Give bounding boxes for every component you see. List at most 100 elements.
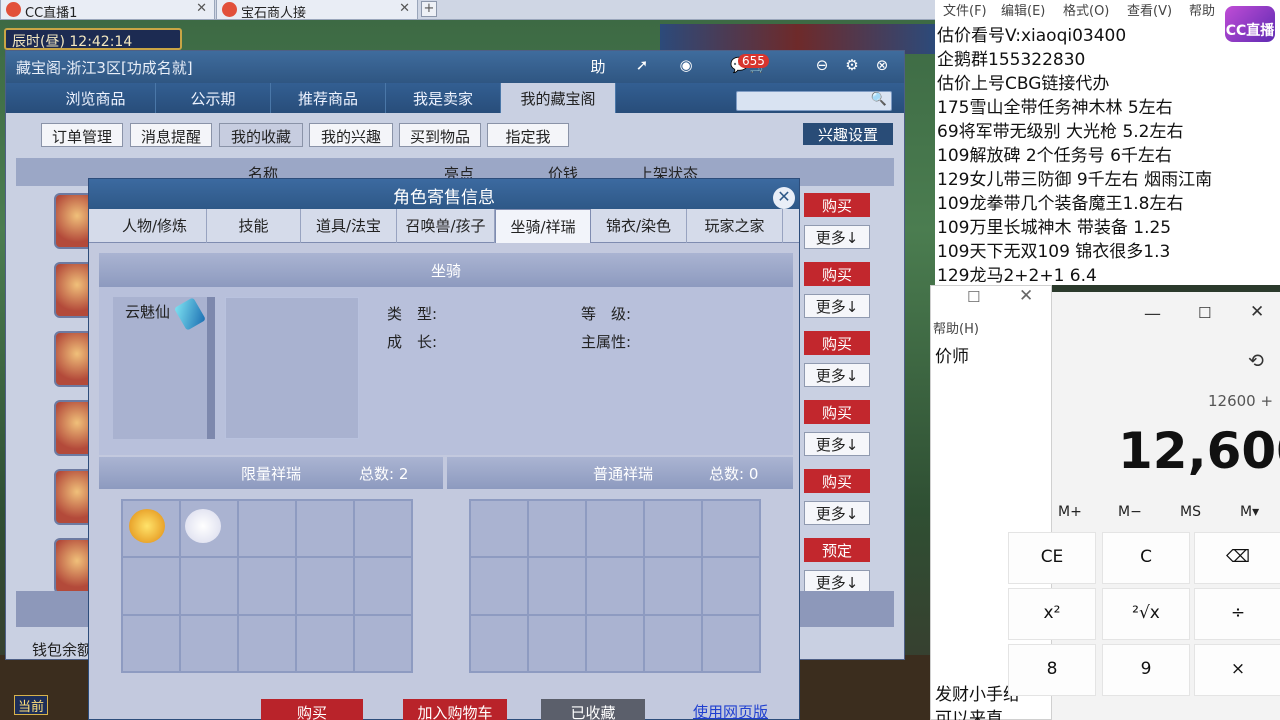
close-icon[interactable]: ✕ <box>399 1 410 16</box>
current-channel-button[interactable]: 当前 <box>14 695 48 715</box>
more-button[interactable]: 更多↓ <box>804 294 870 318</box>
interest-settings-button[interactable]: 兴趣设置 <box>803 123 893 145</box>
new-tab-button[interactable]: + <box>421 1 437 17</box>
grid-cell[interactable] <box>471 558 527 614</box>
menu-view[interactable]: 查看(V) <box>1127 0 1172 19</box>
white-rabbit-icon[interactable] <box>185 509 221 543</box>
share-icon[interactable]: ➚ <box>630 56 654 78</box>
key-backspace[interactable]: ⌫ <box>1194 532 1280 584</box>
search-input[interactable]: 🔍 <box>736 91 892 111</box>
grid-cell[interactable] <box>355 558 411 614</box>
golden-rabbit-icon[interactable] <box>129 509 165 543</box>
buy-button[interactable]: 购买 <box>261 699 363 720</box>
key-9[interactable]: 9 <box>1102 644 1190 696</box>
minimize-icon[interactable]: ☐ <box>967 288 980 306</box>
buy-button[interactable]: 购买 <box>804 193 870 217</box>
my-interest-button[interactable]: 我的兴趣 <box>309 123 393 147</box>
close-icon[interactable]: ✕ <box>1019 286 1033 306</box>
mount-name[interactable]: 云魅仙 <box>125 301 170 322</box>
key-sqrt[interactable]: ²√x <box>1102 588 1190 640</box>
tab-character[interactable]: 人物/修炼 <box>103 209 207 243</box>
grid-cell[interactable] <box>471 615 527 671</box>
key-c[interactable]: C <box>1102 532 1190 584</box>
grid-cell[interactable] <box>645 558 701 614</box>
order-manage-button[interactable]: 订单管理 <box>41 123 123 147</box>
search-icon[interactable]: 🔍 <box>871 92 887 107</box>
more-button[interactable]: 更多↓ <box>804 432 870 456</box>
tab-seller[interactable]: 我是卖家 <box>386 83 501 113</box>
tab-public[interactable]: 公示期 <box>156 83 271 113</box>
grid-cell[interactable] <box>297 615 353 671</box>
buy-button[interactable]: 购买 <box>804 262 870 286</box>
grid-cell[interactable] <box>587 615 643 671</box>
browser-tab-cc[interactable]: CC直播1 ✕ <box>0 0 215 21</box>
tab-skills[interactable]: 技能 <box>207 209 301 243</box>
tab-my-cbg[interactable]: 我的藏宝阁 <box>501 83 616 113</box>
tab-outfits[interactable]: 锦衣/染色 <box>591 209 687 243</box>
key-ce[interactable]: CE <box>1008 532 1096 584</box>
tab-browse[interactable]: 浏览商品 <box>36 83 156 113</box>
minimize-icon[interactable]: ⊖ <box>810 56 834 78</box>
assigned-me-button[interactable]: 指定我 <box>487 123 569 147</box>
menu-help[interactable]: 帮助 <box>1189 0 1215 19</box>
tab-home[interactable]: 玩家之家 <box>687 209 783 243</box>
mem-plus-button[interactable]: M+ <box>1058 504 1082 520</box>
key-divide[interactable]: ÷ <box>1194 588 1280 640</box>
tab-items[interactable]: 道具/法宝 <box>301 209 397 243</box>
message-remind-button[interactable]: 消息提醒 <box>130 123 212 147</box>
key-8[interactable]: 8 <box>1008 644 1096 696</box>
bought-items-button[interactable]: 买到物品 <box>399 123 481 147</box>
mem-store-button[interactable]: MS <box>1180 504 1201 520</box>
more-button[interactable]: 更多↓ <box>804 501 870 525</box>
history-icon[interactable]: ⟲ <box>1248 350 1264 372</box>
help-menu[interactable]: 帮助(H) <box>933 318 979 337</box>
grid-cell[interactable] <box>239 501 295 557</box>
tab-pets[interactable]: 召唤兽/孩子 <box>397 209 495 243</box>
scrollbar[interactable] <box>207 297 215 439</box>
grid-cell[interactable] <box>529 615 585 671</box>
grid-cell[interactable] <box>181 558 237 614</box>
mem-minus-button[interactable]: M− <box>1118 504 1142 520</box>
add-cart-button[interactable]: 加入购物车 <box>403 699 507 720</box>
grid-cell[interactable] <box>239 615 295 671</box>
collected-button[interactable]: 已收藏 <box>541 699 645 720</box>
grid-cell[interactable] <box>297 501 353 557</box>
mem-menu-button[interactable]: M▾ <box>1240 504 1259 520</box>
settings-icon[interactable]: ⚙ <box>840 56 864 78</box>
key-square[interactable]: x² <box>1008 588 1096 640</box>
grid-cell[interactable] <box>471 501 527 557</box>
grid-cell[interactable] <box>239 558 295 614</box>
buy-button[interactable]: 购买 <box>804 400 870 424</box>
close-icon[interactable]: ✕ <box>773 187 795 209</box>
grid-cell[interactable] <box>587 558 643 614</box>
close-icon[interactable]: ✕ <box>196 1 207 16</box>
help-button[interactable]: 助 <box>586 56 610 78</box>
grid-cell[interactable] <box>355 615 411 671</box>
my-favorites-button[interactable]: 我的收藏 <box>219 123 303 147</box>
grid-cell[interactable] <box>181 615 237 671</box>
buy-button[interactable]: 购买 <box>804 331 870 355</box>
minimize-icon[interactable]: — <box>1144 304 1161 324</box>
grid-cell[interactable] <box>703 615 759 671</box>
menu-format[interactable]: 格式(O) <box>1063 0 1109 19</box>
grid-cell[interactable] <box>529 558 585 614</box>
grid-cell[interactable] <box>123 558 179 614</box>
grid-cell[interactable] <box>355 501 411 557</box>
grid-cell[interactable] <box>297 558 353 614</box>
maximize-icon[interactable]: ☐ <box>1198 304 1211 322</box>
menu-file[interactable]: 文件(F) <box>943 0 987 19</box>
more-button[interactable]: 更多↓ <box>804 363 870 387</box>
close-icon[interactable]: ⊗ <box>870 56 894 78</box>
grid-cell[interactable] <box>703 558 759 614</box>
browser-tab-gem[interactable]: 宝石商人接 ✕ <box>216 0 418 21</box>
key-multiply[interactable]: × <box>1194 644 1280 696</box>
grid-cell[interactable] <box>587 501 643 557</box>
grid-cell[interactable] <box>123 615 179 671</box>
close-icon[interactable]: ✕ <box>1250 302 1264 322</box>
tab-recommend[interactable]: 推荐商品 <box>271 83 386 113</box>
buy-button[interactable]: 购买 <box>804 469 870 493</box>
grid-cell[interactable] <box>645 615 701 671</box>
grid-cell[interactable] <box>645 501 701 557</box>
reserve-button[interactable]: 预定 <box>804 538 870 562</box>
grid-cell[interactable] <box>529 501 585 557</box>
